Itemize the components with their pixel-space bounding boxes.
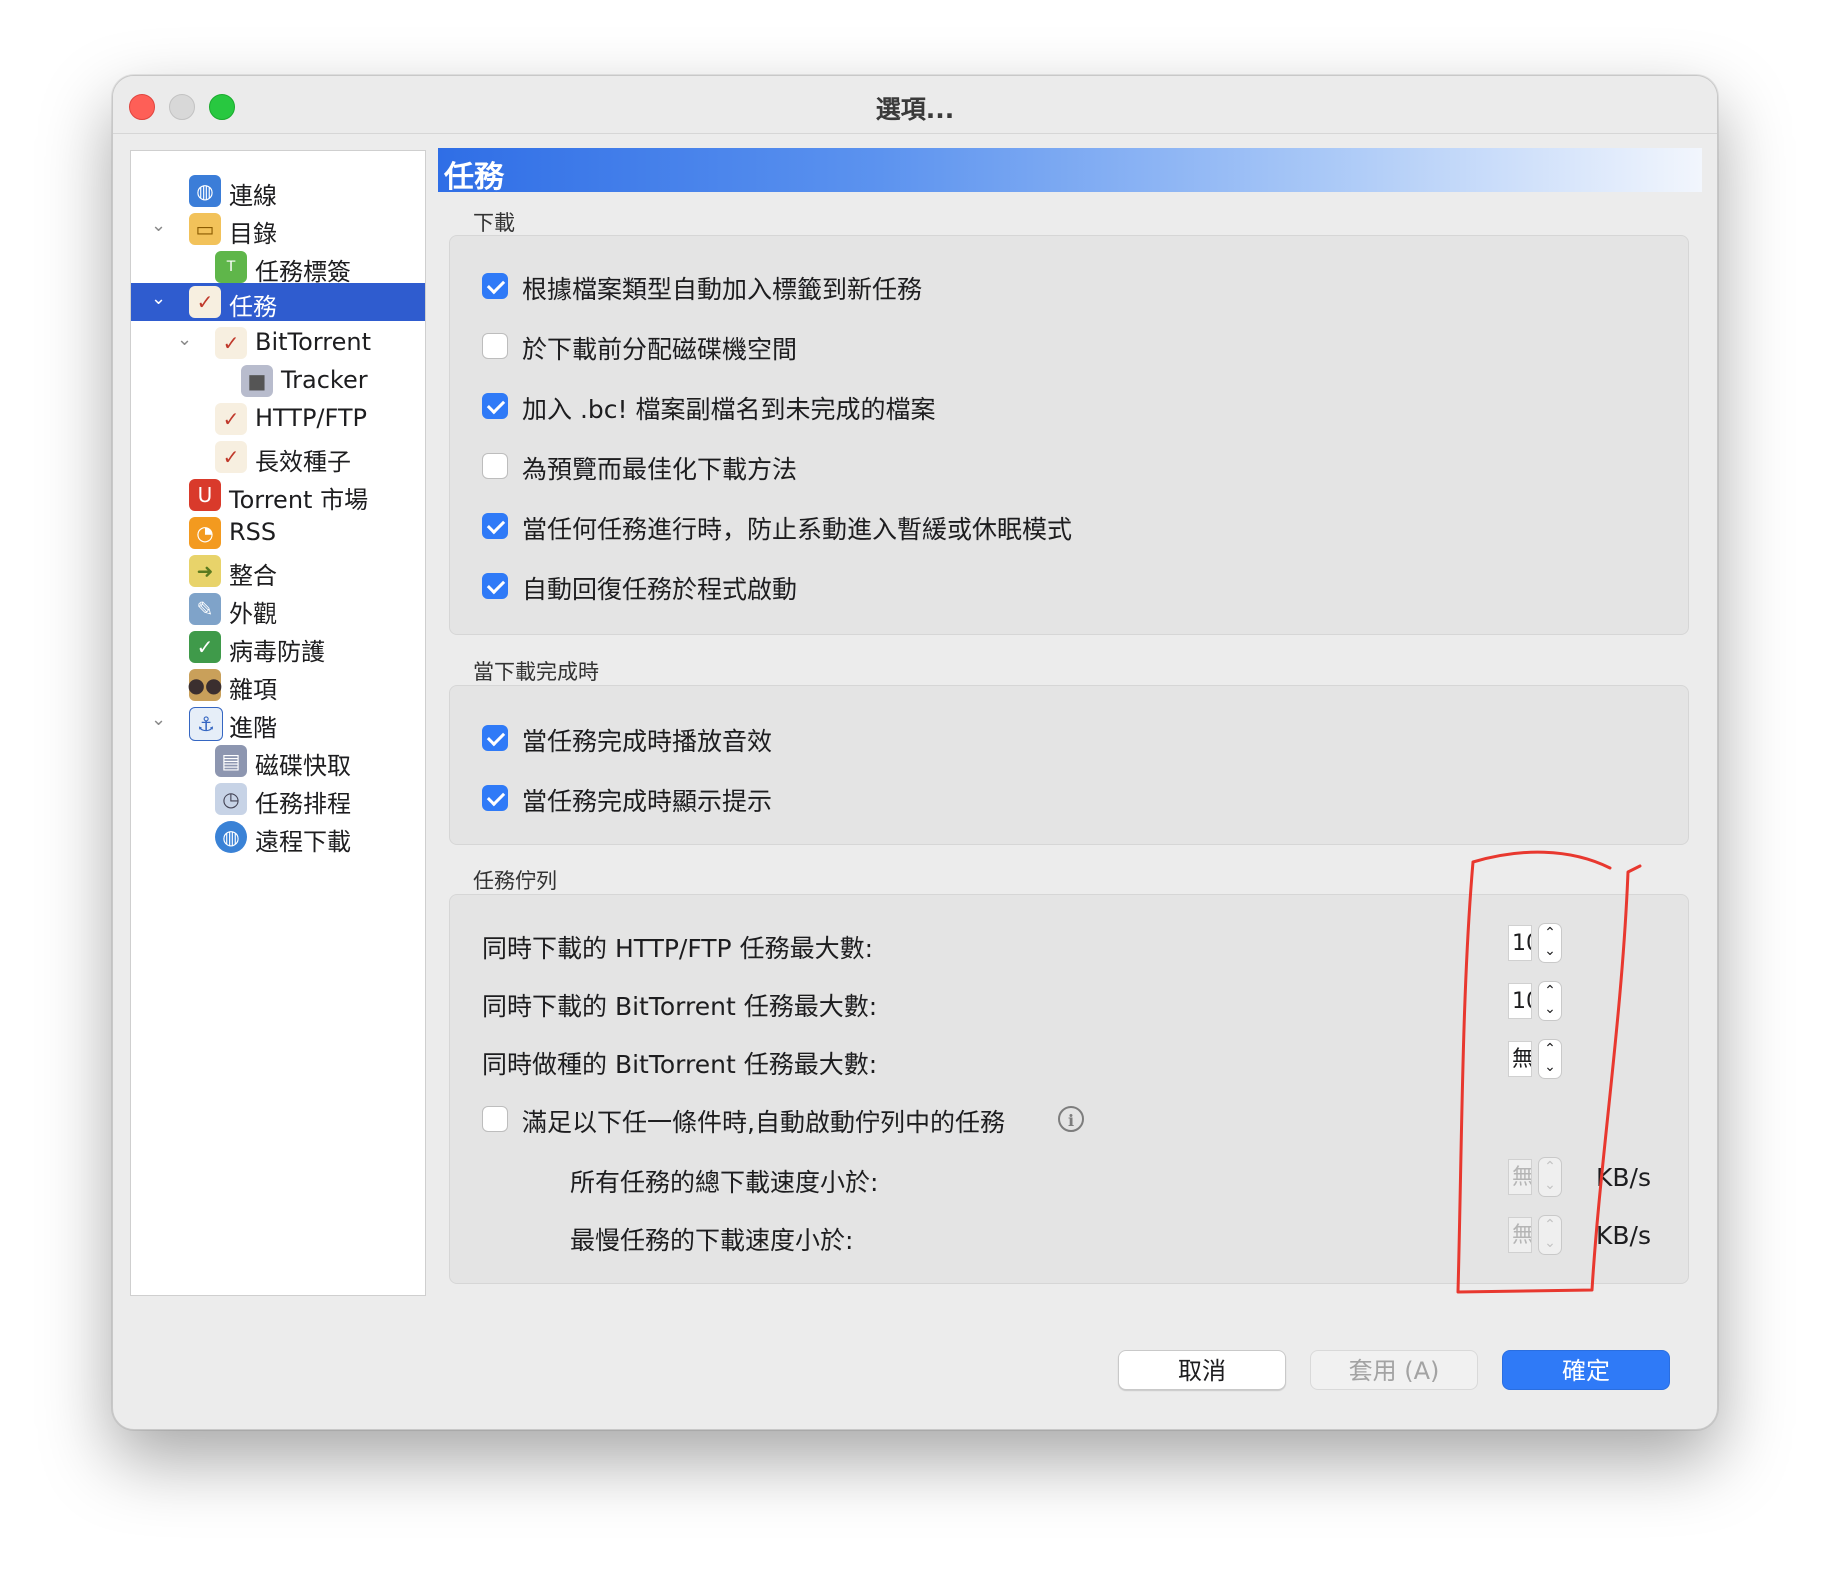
checkbox-label: 加入 .bc! 檔案副檔名到未完成的檔案 (522, 395, 936, 424)
section-title-download: 下載 (473, 211, 515, 235)
tree-item-label: 病毒防護 (229, 638, 325, 666)
max-http-label: 同時下載的 HTTP/FTP 任務最大數: (482, 934, 874, 963)
options-window: 選項... ◍ 連線 ⌄ ▭ 目錄 T 任務標簽 ⌄ ✓ 任務 ⌄ ✓ BitT… (112, 75, 1718, 1430)
chevron-down-icon[interactable]: ⌄ (151, 288, 173, 310)
info-icon[interactable]: i (1058, 1106, 1084, 1132)
chevron-down-icon[interactable]: ⌄ (151, 215, 173, 237)
checkbox-label: 當任務完成時顯示提示 (522, 787, 773, 816)
total-speed-input[interactable]: 無 (1508, 1159, 1532, 1195)
tree-item-label: 整合 (229, 562, 277, 590)
tree-item-label: Tracker (281, 366, 368, 394)
advanced-icon: ⚓ (189, 707, 223, 741)
section-title-queue: 任務佇列 (473, 869, 557, 893)
folder-icon: ▭ (189, 213, 221, 245)
tree-item-label: 進階 (229, 714, 277, 742)
checkbox-label: 當任何任務進行時，防止系動進入暫緩或休眠模式 (522, 515, 1073, 544)
checkbox-label: 自動回復任務於程式啟動 (522, 575, 798, 604)
preview-optimize-checkbox[interactable] (482, 453, 508, 479)
tree-item-label: 任務 (229, 293, 277, 321)
task-clipboard-icon: ✓ (215, 441, 247, 473)
max-seed-input[interactable]: 無 (1508, 1041, 1532, 1077)
tree-item-label: HTTP/FTP (255, 404, 368, 432)
max-bt-stepper[interactable]: ⌃ ⌄ (1538, 981, 1562, 1021)
rss-icon: ◔ (189, 517, 221, 549)
tree-item-label: 目錄 (229, 220, 277, 248)
globe-icon: ◍ (189, 175, 221, 207)
tree-item-label: 連線 (229, 182, 277, 210)
tree-item-label: 外觀 (229, 600, 277, 628)
on-complete-group: 當任務完成時播放音效 當任務完成時顯示提示 (449, 685, 1689, 845)
tree-item-tasks[interactable]: ⌄ ✓ 任務 (131, 283, 425, 321)
queue-group: 同時下載的 HTTP/FTP 任務最大數: 10 ⌃⌄ 同時下載的 BitTor… (449, 894, 1689, 1284)
tag-icon: T (215, 251, 247, 283)
task-clipboard-icon: ✓ (215, 327, 247, 359)
clock-icon: ◷ (215, 783, 247, 815)
magnet-icon: U (189, 479, 221, 511)
slowest-speed-input[interactable]: 無 (1508, 1217, 1532, 1253)
checkbox-label: 於下載前分配磁碟機空間 (522, 335, 798, 364)
total-speed-stepper[interactable]: ⌃ ⌄ (1538, 1157, 1562, 1197)
integration-icon: ➜ (189, 555, 221, 587)
checkbox-label: 為預覽而最佳化下載方法 (522, 455, 798, 484)
tree-item-label: 磁碟快取 (255, 752, 351, 780)
tree-item-label: 任務排程 (255, 790, 351, 818)
tree-item-label: 長效種子 (255, 448, 351, 476)
tree-item-label: 任務標簽 (255, 258, 351, 286)
total-speed-unit: KB/s (1596, 1163, 1651, 1192)
slowest-speed-stepper[interactable]: ⌃ ⌄ (1538, 1215, 1562, 1255)
shield-icon: ✓ (189, 631, 221, 663)
auto-tag-checkbox[interactable] (482, 273, 508, 299)
checkbox-label: 當任務完成時播放音效 (522, 727, 773, 756)
download-options-group: 根據檔案類型自動加入標籤到新任務 於下載前分配磁碟機空間 加入 .bc! 檔案副… (449, 235, 1689, 635)
max-seed-stepper[interactable]: ⌃ ⌄ (1538, 1039, 1562, 1079)
page-title: 任務 (444, 160, 504, 195)
tree-item-label: 遠程下載 (255, 828, 351, 856)
chevron-down-icon[interactable]: ⌄ (177, 329, 199, 351)
checkbox-label: 滿足以下任一條件時,自動啟動佇列中的任務 (522, 1108, 1005, 1137)
appearance-icon: ✎ (189, 593, 221, 625)
disk-icon: ▤ (215, 745, 247, 777)
max-bt-input[interactable]: 10 (1508, 983, 1532, 1019)
cube-icon: ■ (241, 365, 273, 397)
checkbox-label: 根據檔案類型自動加入標籤到新任務 (522, 275, 923, 304)
window-title: 選項... (875, 95, 955, 124)
max-http-input[interactable]: 10 (1508, 925, 1532, 961)
tree-item-remote-download[interactable]: ◍ 遠程下載 (131, 815, 425, 859)
slowest-speed-unit: KB/s (1596, 1221, 1651, 1250)
options-tree[interactable]: ◍ 連線 ⌄ ▭ 目錄 T 任務標簽 ⌄ ✓ 任務 ⌄ ✓ BitTorrent… (130, 150, 426, 1296)
cancel-button[interactable]: 取消 (1118, 1350, 1286, 1390)
show-notification-checkbox[interactable] (482, 785, 508, 811)
tree-item-label: BitTorrent (255, 328, 371, 356)
apply-button[interactable]: 套用 (A) (1310, 1350, 1478, 1390)
task-clipboard-icon: ✓ (215, 403, 247, 435)
people-icon: ●● (188, 669, 222, 701)
bc-extension-checkbox[interactable] (482, 393, 508, 419)
auto-start-queue-checkbox[interactable] (482, 1106, 508, 1132)
ok-button[interactable]: 確定 (1502, 1350, 1670, 1390)
task-clipboard-icon: ✓ (189, 286, 221, 318)
tree-item-label: 雜項 (229, 676, 277, 704)
remote-globe-icon: ◍ (215, 821, 247, 853)
auto-resume-checkbox[interactable] (482, 573, 508, 599)
play-sound-checkbox[interactable] (482, 725, 508, 751)
max-http-stepper[interactable]: ⌃ ⌄ (1538, 923, 1562, 963)
max-seed-label: 同時做種的 BitTorrent 任務最大數: (482, 1050, 878, 1079)
tree-item-label: Torrent 市場 (229, 486, 369, 514)
tree-item-label: RSS (229, 518, 277, 546)
max-bt-label: 同時下載的 BitTorrent 任務最大數: (482, 992, 878, 1021)
slowest-speed-label: 最慢任務的下載速度小於: (570, 1226, 854, 1255)
chevron-down-icon[interactable]: ⌄ (151, 709, 173, 731)
title-bar[interactable]: 選項... (113, 76, 1717, 134)
prevent-sleep-checkbox[interactable] (482, 513, 508, 539)
section-title-on-complete: 當下載完成時 (473, 660, 599, 684)
preallocate-checkbox[interactable] (482, 333, 508, 359)
total-speed-label: 所有任務的總下載速度小於: (570, 1168, 879, 1197)
page-header: 任務 (438, 148, 1702, 195)
